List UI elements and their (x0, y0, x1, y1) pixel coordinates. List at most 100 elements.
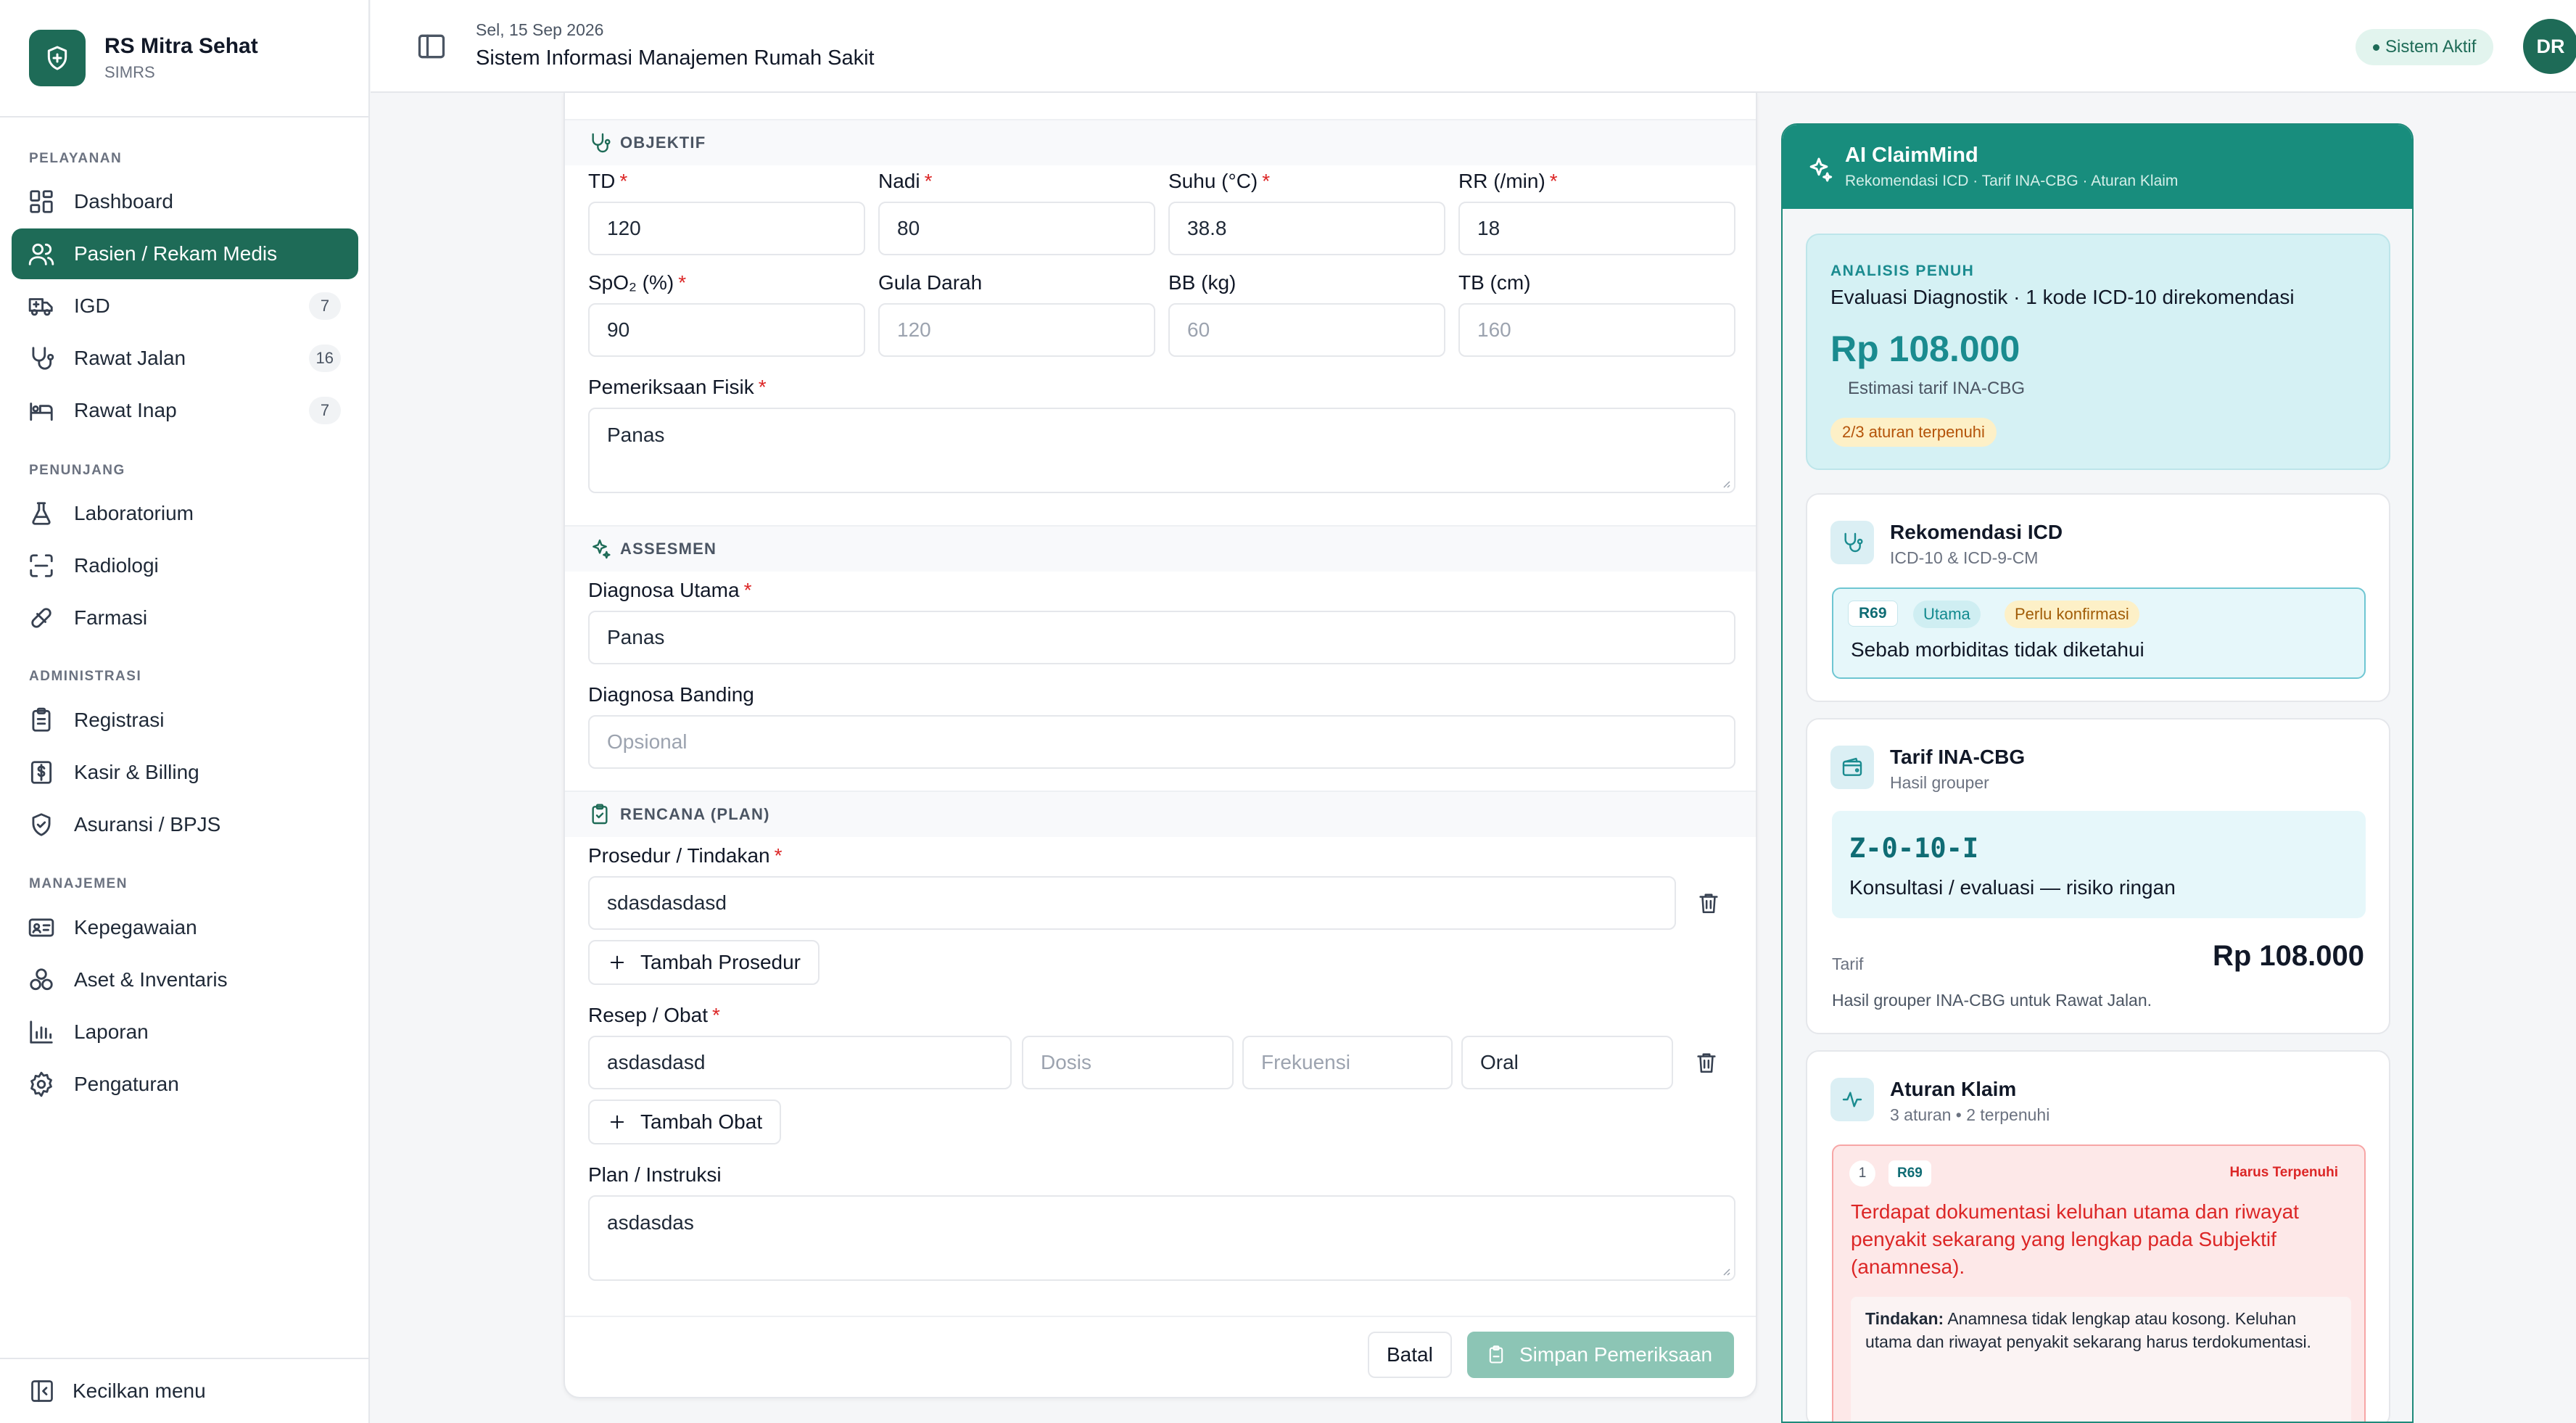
save-button[interactable]: Simpan Pemeriksaan (1467, 1332, 1734, 1378)
confirm-needed-chip: Perlu konfirmasi (2005, 601, 2139, 628)
sparkles-icon (1809, 157, 1833, 182)
grouper-result: Z-0-10-I Konsultasi / evaluasi — risiko … (1832, 811, 2366, 918)
fisik-label: Pemeriksaan Fisik * (588, 376, 767, 399)
instruksi-textarea[interactable]: asdasdas (588, 1195, 1735, 1281)
fisik-value: Panas (607, 424, 665, 446)
diagnosa-utama-input[interactable]: Panas (588, 611, 1735, 664)
status-dot (2373, 44, 2379, 51)
add-obat-button[interactable]: Tambah Obat (588, 1100, 782, 1144)
sidebar-item-pengaturan[interactable]: Pengaturan (12, 1059, 358, 1110)
sidebar-item-rawat-jalan[interactable]: Rawat Jalan 16 (12, 333, 358, 384)
rule-level: Harus Terpenuhi (2229, 1165, 2338, 1180)
summary-text: Evaluasi Diagnostik · 1 kode ICD-10 dire… (1830, 286, 2295, 308)
dosis-input[interactable]: Dosis (1022, 1036, 1234, 1089)
cancel-button[interactable]: Batal (1368, 1332, 1452, 1378)
sidebar-toggle-icon[interactable] (416, 30, 447, 62)
summary-estimate-label: Estimasi tarif INA-CBG (1848, 379, 2026, 398)
activity-icon (1830, 1078, 1874, 1121)
section-pelayanan: PELAYANAN (29, 151, 123, 166)
diagnosa-utama-label: Diagnosa Utama * (588, 579, 751, 602)
required-mark: * (758, 376, 767, 398)
sidebar-item-rawat-inap[interactable]: Rawat Inap 7 (12, 385, 358, 436)
ai-claimmind-panel: AI ClaimMind Rekomendasi ICD · Tarif INA… (1781, 123, 2414, 1423)
plus-icon (610, 1115, 624, 1129)
brand-subtitle: SIMRS (104, 63, 155, 81)
sidebar-item-dashboard[interactable]: Dashboard (12, 176, 358, 227)
bb-input[interactable]: 60 (1168, 303, 1445, 357)
sidebar-item-label: Radiologi (74, 554, 159, 577)
nadi-label: Nadi * (878, 170, 933, 193)
collapse-menu-button[interactable]: Kecilkan menu (0, 1358, 368, 1423)
nadi-input[interactable]: 80 (878, 202, 1155, 255)
sidebar-item-radiologi[interactable]: Radiologi (12, 540, 358, 591)
frekuensi-input[interactable]: Frekuensi (1242, 1036, 1453, 1089)
fisik-textarea[interactable]: Panas (588, 408, 1735, 493)
stethoscope-icon (32, 347, 54, 370)
sidebar-item-aset[interactable]: Aset & Inventaris (12, 954, 358, 1005)
diagnosa-banding-input[interactable]: Opsional (588, 715, 1735, 769)
sidebar-item-farmasi[interactable]: Farmasi (12, 593, 358, 643)
count-badge: 7 (309, 397, 341, 424)
tarif-card: Tarif INA-CBG Hasil grouper Z-0-10-I Kon… (1806, 718, 2390, 1034)
rule-action-label: Tindakan: (1865, 1309, 1944, 1328)
suhu-label: Suhu (°C) * (1168, 170, 1270, 193)
brand: RS Mitra Sehat SIMRS (0, 0, 368, 117)
sidebar: RS Mitra Sehat SIMRS PELAYANAN Dashboard… (0, 0, 370, 1423)
summary-price: Rp 108.000 (1830, 329, 2020, 369)
sidebar-item-kasir[interactable]: Kasir & Billing (12, 747, 358, 798)
prosedur-label: Prosedur / Tindakan * (588, 844, 783, 867)
gula-darah-label: Gula Darah (878, 271, 983, 294)
grouper-description: Konsultasi / evaluasi — risiko ringan (1849, 876, 2176, 899)
card-title: Rekomendasi ICD (1890, 521, 2063, 543)
receipt-icon (30, 761, 52, 784)
rute-select[interactable]: Oral (1461, 1036, 1673, 1089)
bar-chart-icon (30, 1020, 53, 1044)
sidebar-item-label: Registrasi (74, 709, 165, 731)
examination-form: OBJEKTIF TD * 120 Nadi * 80 Suhu (°C) * 38.… (564, 93, 1757, 1398)
sparkles-icon (593, 539, 611, 559)
icd-type-chip: Utama (1913, 601, 1981, 628)
sidebar-item-pasien[interactable]: Pasien / Rekam Medis (12, 228, 358, 279)
sidebar-item-laporan[interactable]: Laporan (12, 1007, 358, 1057)
count-badge: 7 (309, 292, 341, 320)
brand-name: RS Mitra Sehat (104, 34, 258, 58)
spo2-input[interactable]: 90 (588, 303, 865, 357)
button-label: Simpan Pemeriksaan (1519, 1343, 1713, 1366)
card-title: Aturan Klaim (1890, 1078, 2017, 1100)
prosedur-input[interactable]: sdasdasdasd (588, 876, 1676, 930)
resize-grip-icon[interactable] (1720, 1265, 1731, 1276)
sidebar-item-label: Laporan (74, 1020, 149, 1043)
scan-icon (30, 554, 53, 577)
trash-icon[interactable] (1696, 891, 1721, 915)
suhu-input[interactable]: 38.8 (1168, 202, 1445, 255)
add-prosedur-button[interactable]: Tambah Prosedur (588, 940, 820, 985)
label-text: Pemeriksaan Fisik (588, 376, 754, 398)
td-input[interactable]: 120 (588, 202, 865, 255)
card-subtitle: 3 aturan • 2 terpenuhi (1890, 1105, 2050, 1124)
wallet-icon (1830, 746, 1874, 789)
icd-item[interactable]: R69 Utama Perlu konfirmasi Sebab morbidi… (1832, 587, 2366, 679)
avatar[interactable]: DR (2523, 19, 2576, 74)
clipboard-icon (32, 707, 51, 732)
trash-icon[interactable] (1694, 1050, 1719, 1075)
sidebar-item-label: Laboratorium (74, 502, 194, 524)
ambulance-icon (28, 298, 53, 316)
label-text: RR (/min) (1458, 170, 1545, 192)
tb-input[interactable]: 160 (1458, 303, 1735, 357)
diagnosa-banding-label: Diagnosa Banding (588, 683, 754, 706)
sidebar-item-kepegawaian[interactable]: Kepegawaian (12, 902, 358, 953)
required-mark: * (1549, 170, 1558, 192)
obat-input[interactable]: asdasdasd (588, 1036, 1012, 1089)
pill-icon (31, 608, 51, 628)
sidebar-item-registrasi[interactable]: Registrasi (12, 695, 358, 746)
sidebar-item-asuransi[interactable]: Asuransi / BPJS (12, 799, 358, 850)
section-title: OBJEKTIF (620, 133, 706, 152)
sidebar-item-laboratorium[interactable]: Laboratorium (12, 488, 358, 539)
gula-darah-input[interactable]: 120 (878, 303, 1155, 357)
boxes-icon (30, 968, 53, 991)
sidebar-item-igd[interactable]: IGD 7 (12, 281, 358, 331)
rr-input[interactable]: 18 (1458, 202, 1735, 255)
resize-grip-icon[interactable] (1720, 477, 1731, 489)
resep-label: Resep / Obat * (588, 1004, 720, 1027)
bb-label: BB (kg) (1168, 271, 1237, 294)
